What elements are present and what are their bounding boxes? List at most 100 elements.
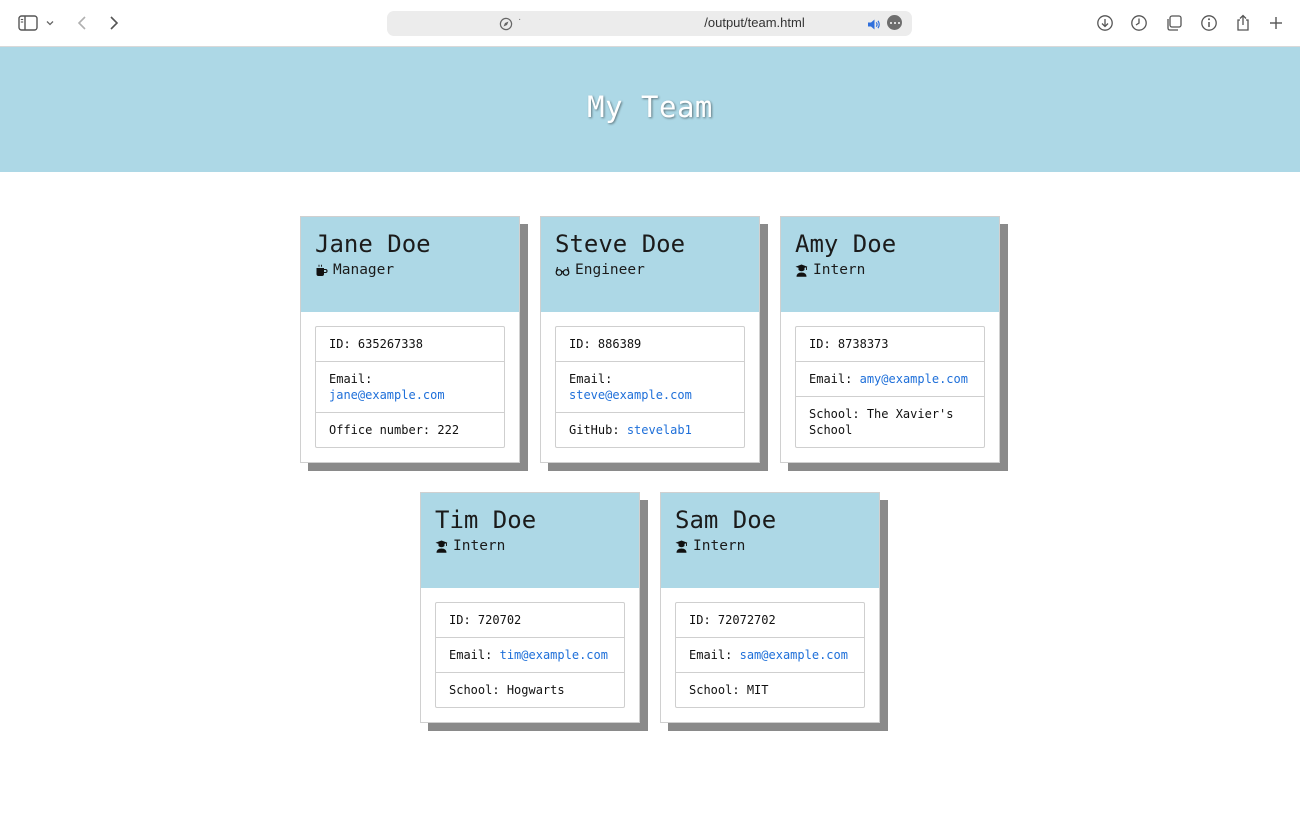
email-label: Email: <box>809 372 853 386</box>
page-title: My Team <box>587 89 713 124</box>
card-body: ID: 720702 Email: tim@example.com School… <box>421 588 639 722</box>
employee-name: Sam Doe <box>675 506 777 534</box>
role-label: Intern <box>453 538 506 554</box>
school-label: School: <box>689 683 740 697</box>
details-list: ID: 720702 Email: tim@example.com School… <box>435 602 625 708</box>
card-header: Tim Doe Intern <box>421 493 639 588</box>
employee-id: ID: 886389 <box>556 327 744 361</box>
card-body: ID: 8738373 Email: amy@example.com Schoo… <box>781 312 999 462</box>
github-link[interactable]: stevelab1 <box>627 423 692 437</box>
id-label: ID: <box>809 337 831 351</box>
employee-school: School: The Xavier's School <box>796 396 984 447</box>
id-label: ID: <box>689 613 711 627</box>
school-label: School: <box>809 407 860 421</box>
details-list: ID: 72072702 Email: sam@example.com Scho… <box>675 602 865 708</box>
id-value: 886389 <box>597 337 642 351</box>
team-header: My Team <box>0 47 1300 172</box>
employee-email: Email: amy@example.com <box>796 361 984 396</box>
role-label: Intern <box>813 262 866 278</box>
school-label: School: <box>449 683 500 697</box>
email-label: Email: <box>689 648 733 662</box>
email-link[interactable]: tim@example.com <box>500 648 608 662</box>
graduate-icon <box>675 540 688 553</box>
card-header: Amy Doe Intern <box>781 217 999 312</box>
employee-name: Steve Doe <box>555 230 686 258</box>
employee-email: Email: steve@example.com <box>556 361 744 412</box>
employee-role: Manager <box>315 262 505 278</box>
tabs-overview-icon[interactable] <box>1162 11 1186 35</box>
id-value: 635267338 <box>357 337 423 351</box>
office-number: Office number: 222 <box>316 412 504 447</box>
card-body: ID: 72072702 Email: sam@example.com Scho… <box>661 588 879 722</box>
more-options-icon[interactable] <box>887 15 902 30</box>
github-account: GitHub: stevelab1 <box>556 412 744 447</box>
card-header: Sam Doe Intern <box>661 493 879 588</box>
employee-role: Engineer <box>555 262 745 278</box>
forward-icon[interactable] <box>102 11 126 35</box>
chevron-down-icon[interactable] <box>40 11 60 35</box>
office-label: Office number: <box>329 423 431 437</box>
id-label: ID: <box>569 337 591 351</box>
employee-email: Email: sam@example.com <box>676 637 864 672</box>
new-tab-icon[interactable] <box>1264 11 1288 35</box>
downloads-icon[interactable] <box>1093 11 1117 35</box>
employee-role: Intern <box>435 538 625 554</box>
employee-name: Jane Doe <box>315 230 431 258</box>
id-value: 8738373 <box>837 337 889 351</box>
email-label: Email: <box>569 372 613 386</box>
id-label: ID: <box>449 613 471 627</box>
email-link[interactable]: sam@example.com <box>740 648 848 662</box>
email-link[interactable]: amy@example.com <box>860 372 968 386</box>
role-label: Engineer <box>575 262 645 278</box>
id-label: ID: <box>329 337 351 351</box>
role-label: Manager <box>333 262 395 278</box>
employee-id: ID: 635267338 <box>316 327 504 361</box>
employee-school: School: Hogwarts <box>436 672 624 707</box>
mug-icon <box>315 264 328 277</box>
graduate-icon <box>435 540 448 553</box>
employee-card: Sam Doe Intern ID: 72072702 Email: sam@e… <box>660 492 880 723</box>
graduate-icon <box>795 264 808 277</box>
back-icon[interactable] <box>70 11 94 35</box>
glasses-icon <box>555 264 570 277</box>
address-url[interactable]: /output/team.html <box>387 15 912 30</box>
school-value: MIT <box>746 683 769 697</box>
employee-email: Email: tim@example.com <box>436 637 624 672</box>
share-icon[interactable] <box>1231 11 1255 35</box>
details-list: ID: 8738373 Email: amy@example.com Schoo… <box>795 326 985 448</box>
employee-card: Steve Doe Engineer ID: 886389 Email: stev… <box>540 216 760 463</box>
details-list: ID: 635267338 Email: jane@example.com Of… <box>315 326 505 448</box>
card-body: ID: 886389 Email: steve@example.com GitHu… <box>541 312 759 462</box>
employee-role: Intern <box>795 262 985 278</box>
info-icon[interactable] <box>1197 11 1221 35</box>
email-link[interactable]: steve@example.com <box>569 388 692 402</box>
sidebar-toggle-icon[interactable] <box>16 11 40 35</box>
employee-id: ID: 72072702 <box>676 603 864 637</box>
email-label: Email: <box>449 648 493 662</box>
speaker-icon[interactable] <box>867 16 881 35</box>
school-value: Hogwarts <box>506 683 565 697</box>
id-value: 72072702 <box>717 613 776 627</box>
employee-email: Email: jane@example.com <box>316 361 504 412</box>
address-bar[interactable]: · /output/team.html <box>387 11 912 36</box>
employee-id: ID: 8738373 <box>796 327 984 361</box>
card-header: Steve Doe Engineer <box>541 217 759 312</box>
browser-toolbar: · /output/team.html <box>0 0 1300 47</box>
employee-role: Intern <box>675 538 865 554</box>
employee-card: Jane Doe Manager ID: 635267338 Email: ja… <box>300 216 520 463</box>
role-label: Intern <box>693 538 746 554</box>
history-icon[interactable] <box>1127 11 1151 35</box>
employee-name: Amy Doe <box>795 230 897 258</box>
card-header: Jane Doe Manager <box>301 217 519 312</box>
employee-name: Tim Doe <box>435 506 537 534</box>
card-body: ID: 635267338 Email: jane@example.com Of… <box>301 312 519 462</box>
employee-card: Amy Doe Intern ID: 8738373 Email: amy@ex… <box>780 216 1000 463</box>
github-label: GitHub: <box>569 423 620 437</box>
id-value: 720702 <box>477 613 522 627</box>
email-label: Email: <box>329 372 373 386</box>
employee-id: ID: 720702 <box>436 603 624 637</box>
employee-school: School: MIT <box>676 672 864 707</box>
email-link[interactable]: jane@example.com <box>329 388 445 402</box>
details-list: ID: 886389 Email: steve@example.com GitHu… <box>555 326 745 448</box>
employee-card: Tim Doe Intern ID: 720702 Email: tim@exa… <box>420 492 640 723</box>
